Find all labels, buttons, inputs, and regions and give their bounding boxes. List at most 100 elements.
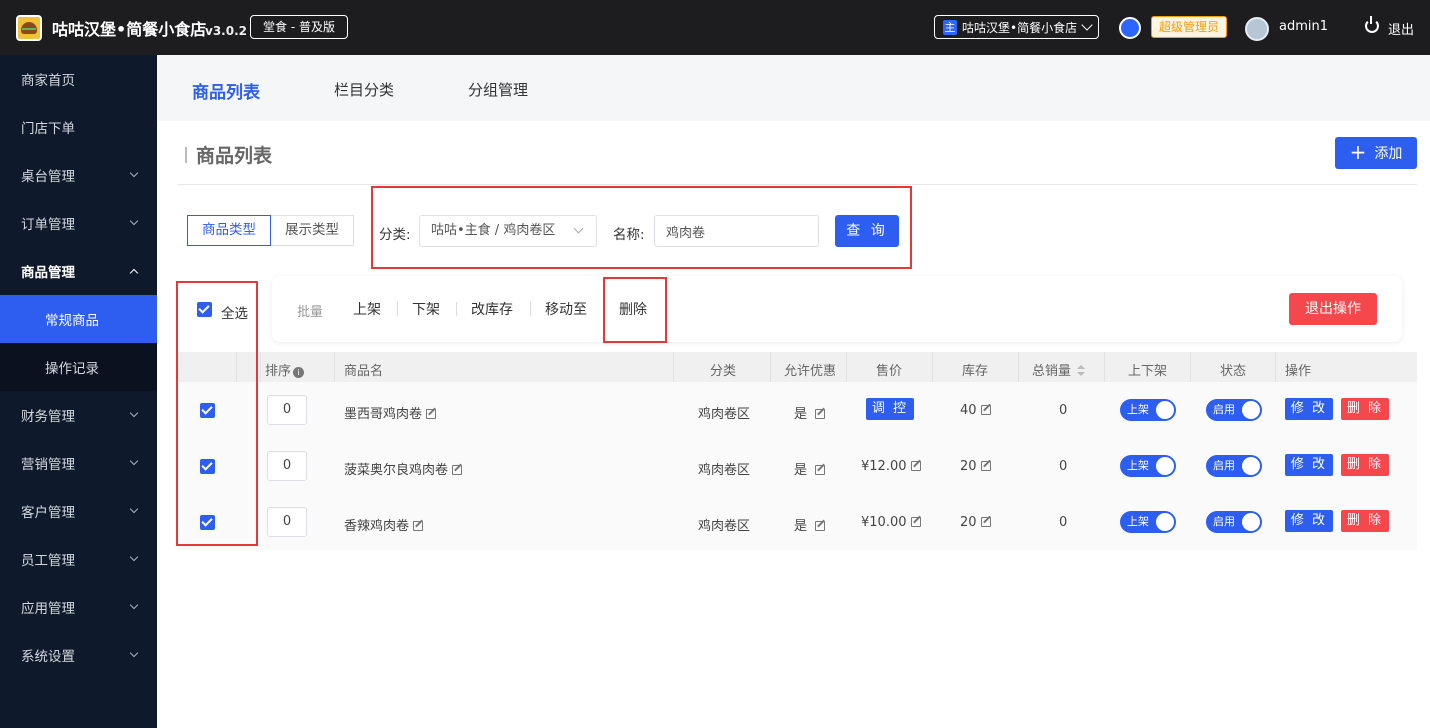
product-name: 菠菜奥尔良鸡肉卷 bbox=[344, 459, 463, 478]
divider bbox=[456, 302, 457, 316]
app-title: 咕咕汉堡•简餐小食店 bbox=[52, 20, 207, 39]
tab-product-list[interactable]: 商品列表 bbox=[192, 78, 260, 103]
edit-icon[interactable] bbox=[980, 517, 991, 527]
burger-logo-icon bbox=[16, 15, 42, 41]
col-status: 状态 bbox=[1220, 364, 1247, 379]
sidebar-item-staff[interactable]: 员工管理 bbox=[0, 535, 157, 583]
edit-icon[interactable] bbox=[426, 409, 437, 419]
sidebar-item-apps[interactable]: 应用管理 bbox=[0, 583, 157, 631]
delete-button[interactable]: 删 除 bbox=[1341, 398, 1389, 420]
sort-input[interactable]: 0 bbox=[267, 451, 307, 481]
avatar[interactable] bbox=[1245, 17, 1269, 41]
product-sales: 0 bbox=[1059, 459, 1068, 474]
sidebar-item-tables[interactable]: 桌台管理 bbox=[0, 151, 157, 199]
status-toggle[interactable]: 启用 bbox=[1206, 399, 1262, 421]
chevron-down-icon bbox=[1081, 18, 1093, 31]
edit-icon[interactable] bbox=[910, 461, 921, 471]
product-discount: 是 bbox=[794, 403, 826, 422]
delete-button[interactable]: 删 除 bbox=[1341, 510, 1389, 532]
sidebar-item-marketing[interactable]: 营销管理 bbox=[0, 439, 157, 487]
shelf-toggle[interactable]: 上架 bbox=[1120, 511, 1176, 533]
batch-shelf-off-button[interactable]: 下架 bbox=[412, 299, 440, 319]
username[interactable]: admin1 bbox=[1279, 19, 1328, 34]
role-badge: 超级管理员 bbox=[1151, 16, 1228, 38]
page-tabs: 商品列表 栏目分类 分组管理 bbox=[157, 55, 1430, 121]
sidebar-item-products[interactable]: 商品管理 bbox=[0, 247, 157, 295]
sort-input[interactable]: 0 bbox=[267, 395, 307, 425]
sidebar-item-label: 财务管理 bbox=[21, 409, 75, 425]
edit-icon[interactable] bbox=[815, 521, 826, 531]
edit-button[interactable]: 修 改 bbox=[1285, 454, 1333, 476]
delete-button[interactable]: 删 除 bbox=[1341, 454, 1389, 476]
edit-icon[interactable] bbox=[980, 405, 991, 415]
power-icon[interactable] bbox=[1365, 16, 1379, 33]
product-price: ¥10.00 bbox=[861, 515, 921, 530]
edit-icon[interactable] bbox=[815, 409, 826, 419]
divider bbox=[397, 302, 398, 316]
product-discount: 是 bbox=[794, 515, 826, 534]
sidebar-item-label: 常规商品 bbox=[45, 313, 99, 329]
col-sales[interactable]: 总销量 bbox=[1032, 360, 1086, 379]
sidebar-item-label: 门店下单 bbox=[21, 121, 75, 137]
tab-display-type[interactable]: 展示类型 bbox=[271, 215, 354, 246]
divider bbox=[1275, 352, 1276, 382]
sidebar-item-orders[interactable]: 订单管理 bbox=[0, 199, 157, 247]
category-select[interactable]: 咕咕•主食 / 鸡肉卷区 bbox=[419, 215, 597, 247]
sidebar-item-label: 员工管理 bbox=[21, 553, 75, 569]
sidebar: 商家首页 门店下单 桌台管理 订单管理 商品管理 常规商品 操作记录 财务管理 … bbox=[0, 55, 157, 728]
sidebar-item-settings[interactable]: 系统设置 bbox=[0, 631, 157, 679]
sort-input[interactable]: 0 bbox=[267, 507, 307, 537]
sidebar-item-finance[interactable]: 财务管理 bbox=[0, 391, 157, 439]
sidebar-item-operation-log[interactable]: 操作记录 bbox=[0, 343, 157, 391]
logout-button[interactable]: 退出 bbox=[1388, 19, 1414, 38]
edit-icon[interactable] bbox=[413, 521, 424, 531]
edit-button[interactable]: 修 改 bbox=[1285, 510, 1333, 532]
query-button[interactable]: 查 询 bbox=[835, 215, 899, 247]
product-name: 墨西哥鸡肉卷 bbox=[344, 403, 437, 422]
chevron-down-icon bbox=[129, 408, 139, 418]
sidebar-item-label: 商品管理 bbox=[21, 265, 75, 281]
exit-operation-button[interactable]: 退出操作 bbox=[1289, 293, 1377, 325]
sidebar-item-customers[interactable]: 客户管理 bbox=[0, 487, 157, 535]
divider bbox=[334, 352, 335, 382]
sidebar-item-store-order[interactable]: 门店下单 bbox=[0, 103, 157, 151]
shelf-toggle[interactable]: 上架 bbox=[1120, 399, 1176, 421]
price-adjust-button[interactable]: 调 控 bbox=[866, 398, 914, 420]
product-price: ¥12.00 bbox=[861, 459, 921, 474]
sort-icon[interactable] bbox=[1077, 365, 1086, 377]
status-toggle[interactable]: 启用 bbox=[1206, 511, 1262, 533]
divider bbox=[1104, 352, 1105, 382]
status-toggle[interactable]: 启用 bbox=[1206, 455, 1262, 477]
tab-column-category[interactable]: 栏目分类 bbox=[334, 79, 394, 100]
edit-icon[interactable] bbox=[815, 465, 826, 475]
edit-button[interactable]: 修 改 bbox=[1285, 398, 1333, 420]
name-input[interactable] bbox=[654, 215, 819, 247]
batch-change-stock-button[interactable]: 改库存 bbox=[471, 299, 513, 319]
edit-icon[interactable] bbox=[910, 517, 921, 527]
sidebar-item-label: 应用管理 bbox=[21, 601, 75, 617]
highlight-box-delete bbox=[603, 277, 667, 343]
col-discount: 允许优惠 bbox=[784, 364, 837, 379]
edit-icon[interactable] bbox=[452, 465, 463, 475]
divider bbox=[846, 352, 847, 382]
shelf-toggle[interactable]: 上架 bbox=[1120, 455, 1176, 477]
batch-shelf-on-button[interactable]: 上架 bbox=[353, 299, 381, 319]
tab-product-type[interactable]: 商品类型 bbox=[187, 215, 271, 246]
product-category: 鸡肉卷区 bbox=[698, 407, 751, 422]
product-sales: 0 bbox=[1059, 515, 1068, 530]
store-selector[interactable]: 主 咕咕汉堡•简餐小食店 bbox=[934, 15, 1099, 39]
col-stock: 库存 bbox=[962, 364, 989, 379]
add-button[interactable]: + 添加 bbox=[1335, 137, 1417, 169]
info-icon[interactable]: i bbox=[293, 367, 305, 378]
tab-group-management[interactable]: 分组管理 bbox=[468, 79, 528, 100]
sidebar-item-label: 订单管理 bbox=[21, 217, 75, 233]
category-value: 咕咕•主食 / 鸡肉卷区 bbox=[431, 223, 556, 238]
theme-dot-icon[interactable] bbox=[1119, 17, 1141, 39]
edit-icon[interactable] bbox=[980, 461, 991, 471]
batch-move-button[interactable]: 移动至 bbox=[545, 299, 587, 319]
name-label: 名称: bbox=[613, 227, 645, 243]
sidebar-item-label: 营销管理 bbox=[21, 457, 75, 473]
app-version: v3.0.2 bbox=[205, 24, 247, 38]
sidebar-item-home[interactable]: 商家首页 bbox=[0, 55, 157, 103]
sidebar-item-regular-products[interactable]: 常规商品 bbox=[0, 295, 157, 343]
